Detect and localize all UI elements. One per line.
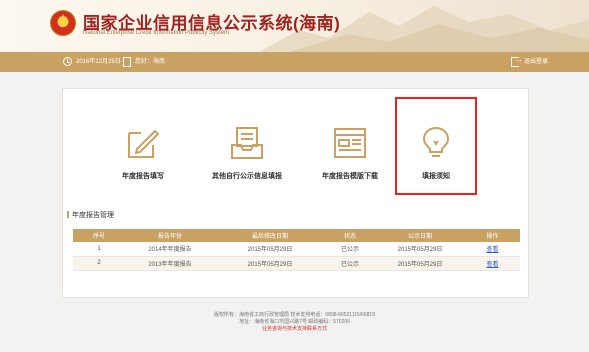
lightbulb-icon <box>422 126 450 157</box>
table-cell: 2015年05月29日 <box>375 256 465 271</box>
table-header-cell: 操作 <box>465 229 520 242</box>
table-cell: 1 <box>73 242 125 257</box>
annual-report-fill-label: 年度报告填写 <box>122 173 164 180</box>
view-link[interactable]: 查看 <box>486 262 498 268</box>
emblem-star-icon: ★ <box>58 13 68 24</box>
table-row: 2 2013年年度报告 2015年05月29日 已公示 2015年05月29日 … <box>73 256 520 271</box>
filing-instructions-button[interactable]: 填报须知 <box>396 125 476 191</box>
footer-copyright: 版权所有：海南省工商行政管理局 技术支持电话：0898-66521115/668… <box>214 312 375 318</box>
table-cell: 2015年05月29日 <box>375 242 465 257</box>
table-header-row: 序号 报告年份 最后修改日期 状态 公示日期 操作 <box>73 229 520 242</box>
table-header-cell: 公示日期 <box>375 229 465 242</box>
main-panel: 年度报告填写 其他自行公示信息填报 年度报告模版下载 填报须知 年度报告管理 序… <box>62 88 529 298</box>
table-cell: 2 <box>73 256 125 271</box>
edit-document-icon <box>128 129 160 158</box>
footer-support-link[interactable]: 业务咨询与技术支持联系方式 <box>0 326 589 333</box>
template-download-label: 年度报告模版下载 <box>322 173 378 180</box>
annual-report-fill-button[interactable]: 年度报告填写 <box>103 125 183 191</box>
table-header-cell: 最后修改日期 <box>215 229 325 242</box>
site-subtitle: National Enterprise Credit Information P… <box>83 30 230 36</box>
table-cell: 2015年05月29日 <box>215 242 325 257</box>
table-cell: 查看 <box>465 256 520 271</box>
table-cell: 2015年05月29日 <box>215 256 325 271</box>
view-link[interactable]: 查看 <box>486 247 498 253</box>
annual-report-table: 序号 报告年份 最后修改日期 状态 公示日期 操作 1 2014年年度报告 20… <box>73 229 520 271</box>
filing-instructions-label: 填报须知 <box>422 173 450 180</box>
table-cell: 已公示 <box>325 242 375 257</box>
table-cell: 2013年年度报告 <box>125 256 215 271</box>
other-disclosure-label: 其他自行公示信息填报 <box>212 173 282 180</box>
clock-icon <box>63 57 72 66</box>
section-title: 年度报告管理 <box>67 211 114 219</box>
table-cell: 查看 <box>465 242 520 257</box>
table-cell: 2014年年度报告 <box>125 242 215 257</box>
table-header-cell: 状态 <box>325 229 375 242</box>
footer-address: 地址：海南省海口市国兴路7号 邮政编码：570206 <box>239 319 350 325</box>
inbox-tray-icon <box>231 127 263 159</box>
template-window-icon <box>334 128 366 158</box>
table-row: 1 2014年年度报告 2015年05月29日 已公示 2015年05月29日 … <box>73 242 520 257</box>
other-disclosure-button[interactable]: 其他自行公示信息填报 <box>202 125 292 191</box>
template-download-button[interactable]: 年度报告模版下载 <box>310 125 390 191</box>
site-header: ★ 国家企业信用信息公示系统(海南) National Enterprise C… <box>0 0 589 52</box>
page-footer: 版权所有：海南省工商行政管理局 技术支持电话：0898-66521115/668… <box>0 312 589 333</box>
top-bar: 2016年12月25日 您好：海南 退出登录 <box>0 52 589 72</box>
table-header-cell: 报告年份 <box>125 229 215 242</box>
current-date: 2016年12月25日 <box>76 59 121 65</box>
document-icon <box>123 57 131 67</box>
logout-icon[interactable] <box>511 55 523 67</box>
logout-link[interactable]: 退出登录 <box>524 52 548 72</box>
table-header-cell: 序号 <box>73 229 125 242</box>
user-greeting: 您好：海南 <box>135 59 166 65</box>
table-cell: 已公示 <box>325 256 375 271</box>
